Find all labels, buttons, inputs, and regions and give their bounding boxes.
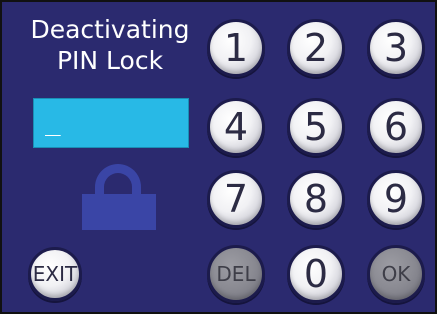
key-6-label: 6 (383, 105, 409, 149)
delete-label: DEL (216, 262, 256, 286)
key-1-label: 1 (223, 26, 249, 70)
key-4-button[interactable]: 4 (207, 98, 265, 156)
page-title: Deactivating PIN Lock (20, 14, 200, 76)
key-7-button[interactable]: 7 (207, 170, 265, 228)
exit-button[interactable]: EXIT (28, 247, 82, 301)
ok-label: OK (381, 262, 411, 286)
key-3-label: 3 (383, 26, 409, 70)
key-9-label: 9 (383, 177, 409, 221)
lock-body (82, 194, 156, 230)
key-5-label: 5 (303, 105, 329, 149)
key-2-label: 2 (303, 26, 329, 70)
key-3-button[interactable]: 3 (367, 19, 425, 77)
key-2-button[interactable]: 2 (287, 19, 345, 77)
title-line-2: PIN Lock (56, 46, 164, 75)
key-6-button[interactable]: 6 (367, 98, 425, 156)
delete-button[interactable]: DEL (207, 245, 265, 303)
key-1-button[interactable]: 1 (207, 19, 265, 77)
pin-input[interactable]: _ (33, 98, 189, 148)
key-5-button[interactable]: 5 (287, 98, 345, 156)
key-0-button[interactable]: 0 (287, 245, 345, 303)
key-0-label: 0 (303, 252, 329, 296)
lock-icon (82, 164, 156, 230)
key-4-label: 4 (223, 105, 249, 149)
key-8-button[interactable]: 8 (287, 170, 345, 228)
exit-label: EXIT (32, 262, 78, 286)
key-8-label: 8 (303, 177, 329, 221)
pin-value: _ (45, 107, 61, 137)
title-line-1: Deactivating (30, 15, 190, 44)
key-9-button[interactable]: 9 (367, 170, 425, 228)
key-7-label: 7 (223, 177, 249, 221)
ok-button[interactable]: OK (367, 245, 425, 303)
pin-lock-screen: Deactivating PIN Lock _ 1 2 3 4 5 6 7 8 … (0, 0, 437, 314)
